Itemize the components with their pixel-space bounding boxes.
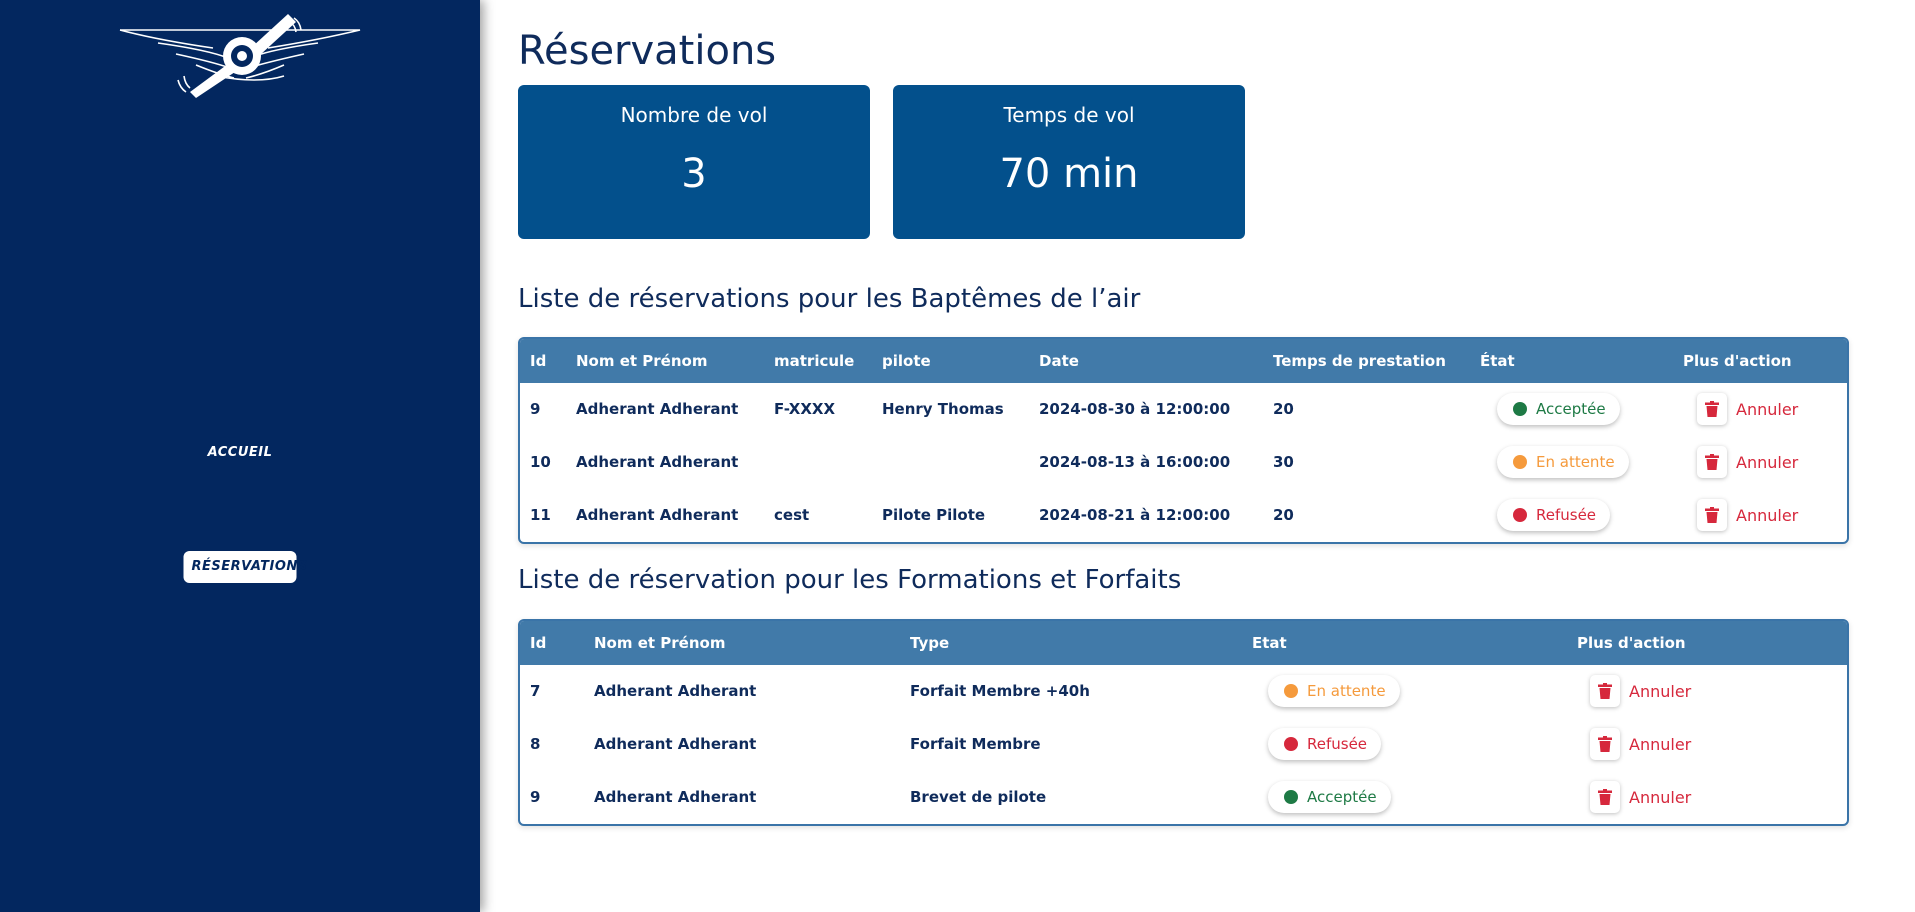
status-dot [1513, 455, 1527, 469]
column-header: Etat [1252, 634, 1287, 652]
cell-name: Adherant Adherant [576, 506, 739, 524]
cell-id: 9 [530, 400, 541, 418]
nav-reservations[interactable]: RÉSERVATIONS [183, 551, 307, 583]
trash-icon[interactable] [1697, 393, 1727, 425]
column-header: Nom et Prénom [594, 634, 726, 652]
cell-name: Adherant Adherant [576, 453, 739, 471]
cell-id: 8 [530, 735, 541, 753]
page-title: Réservations [518, 28, 777, 74]
status-badge: Acceptée [1268, 781, 1391, 813]
cell-type: Forfait Membre +40h [910, 682, 1090, 700]
status-label: Acceptée [1307, 788, 1377, 806]
cancel-button[interactable]: Annuler [1697, 499, 1798, 531]
trash-icon[interactable] [1697, 446, 1727, 478]
cell-id: 11 [530, 506, 551, 524]
flight-time-value: 70 min [999, 151, 1139, 197]
cancel-button[interactable]: Annuler [1590, 675, 1691, 707]
flights-count-card: Nombre de vol 3 [518, 85, 870, 239]
status-dot [1284, 790, 1298, 804]
column-header: Nom et Prénom [576, 352, 708, 370]
cell-date: 2024-08-13 à 16:00:00 [1039, 453, 1231, 471]
cancel-label[interactable]: Annuler [1736, 400, 1798, 419]
status-badge: Refusée [1497, 499, 1611, 531]
status-badge: Refusée [1268, 728, 1382, 760]
column-header: Type [910, 634, 950, 652]
table-row: 7 Adherant Adherant Forfait Membre +40h … [520, 665, 1847, 718]
column-header: Id [530, 634, 547, 652]
table-row: 11 Adherant Adherant cest Pilote Pilote … [520, 489, 1847, 542]
flight-time-card: Temps de vol 70 min [893, 85, 1245, 239]
cell-pilote: Pilote Pilote [882, 506, 986, 524]
cell-name: Adherant Adherant [594, 788, 757, 806]
cell-date: 2024-08-21 à 12:00:00 [1039, 506, 1231, 524]
table-row: 8 Adherant Adherant Forfait Membre Refus… [520, 718, 1847, 771]
status-dot [1513, 402, 1527, 416]
cell-pilote: Henry Thomas [882, 400, 1004, 418]
trash-icon[interactable] [1697, 499, 1727, 531]
cancel-button[interactable]: Annuler [1697, 446, 1798, 478]
status-badge: Acceptée [1497, 393, 1620, 425]
table-header: Id Nom et Prénom matricule pilote Date T… [520, 339, 1847, 383]
baptemes-section-title: Liste de réservations pour les Baptêmes … [518, 284, 1141, 314]
cell-temps: 20 [1273, 506, 1294, 524]
cell-id: 10 [530, 453, 551, 471]
formations-section-title: Liste de réservation pour les Formations… [518, 565, 1182, 595]
trash-icon[interactable] [1590, 781, 1620, 813]
cancel-button[interactable]: Annuler [1697, 393, 1798, 425]
column-header: matricule [774, 352, 855, 370]
status-label: Acceptée [1536, 400, 1606, 418]
column-header: Plus d'action [1683, 352, 1792, 370]
column-header: Id [530, 352, 547, 370]
cell-matricule: F-XXXX [774, 400, 836, 418]
status-dot [1284, 737, 1298, 751]
formations-table: Id Nom et Prénom Type Etat Plus d'action… [518, 619, 1849, 826]
cancel-label[interactable]: Annuler [1736, 453, 1798, 472]
cell-type: Forfait Membre [910, 735, 1041, 753]
cell-id: 9 [530, 788, 541, 806]
cancel-label[interactable]: Annuler [1629, 735, 1691, 754]
status-badge: En attente [1268, 675, 1400, 707]
column-header: Temps de prestation [1273, 352, 1446, 370]
status-label: Refusée [1307, 735, 1368, 753]
cell-type: Brevet de pilote [910, 788, 1047, 806]
nav-accueil[interactable]: ACCUEIL [200, 439, 281, 466]
column-header: Date [1039, 352, 1079, 370]
winged-propeller-logo [119, 14, 361, 98]
table-row: 10 Adherant Adherant 2024-08-13 à 16:00:… [520, 436, 1847, 489]
status-label: Refusée [1536, 506, 1597, 524]
cell-temps: 30 [1273, 453, 1294, 471]
column-header: État [1480, 352, 1515, 370]
cell-matricule: cest [774, 506, 810, 524]
baptemes-table: Id Nom et Prénom matricule pilote Date T… [518, 337, 1849, 544]
cancel-button[interactable]: Annuler [1590, 728, 1691, 760]
cell-temps: 20 [1273, 400, 1294, 418]
status-dot [1513, 508, 1527, 522]
column-header: pilote [882, 352, 931, 370]
flights-count-label: Nombre de vol [620, 103, 768, 127]
flights-count-value: 3 [681, 151, 707, 197]
status-label: En attente [1536, 453, 1615, 471]
cell-name: Adherant Adherant [594, 682, 757, 700]
trash-icon[interactable] [1590, 675, 1620, 707]
sidebar: ACCUEIL RÉSERVATIONS [0, 0, 480, 912]
cell-name: Adherant Adherant [594, 735, 757, 753]
trash-icon[interactable] [1590, 728, 1620, 760]
table-row: 9 Adherant Adherant Brevet de pilote Acc… [520, 771, 1847, 824]
cancel-button[interactable]: Annuler [1590, 781, 1691, 813]
table-header: Id Nom et Prénom Type Etat Plus d'action [520, 621, 1847, 665]
cell-date: 2024-08-30 à 12:00:00 [1039, 400, 1231, 418]
cell-name: Adherant Adherant [576, 400, 739, 418]
status-dot [1284, 684, 1298, 698]
status-badge: En attente [1497, 446, 1629, 478]
flight-time-label: Temps de vol [1003, 103, 1135, 127]
column-header: Plus d'action [1577, 634, 1686, 652]
cell-id: 7 [530, 682, 541, 700]
cancel-label[interactable]: Annuler [1629, 788, 1691, 807]
table-row: 9 Adherant Adherant F-XXXX Henry Thomas … [520, 383, 1847, 436]
status-label: En attente [1307, 682, 1386, 700]
cancel-label[interactable]: Annuler [1629, 682, 1691, 701]
cancel-label[interactable]: Annuler [1736, 506, 1798, 525]
